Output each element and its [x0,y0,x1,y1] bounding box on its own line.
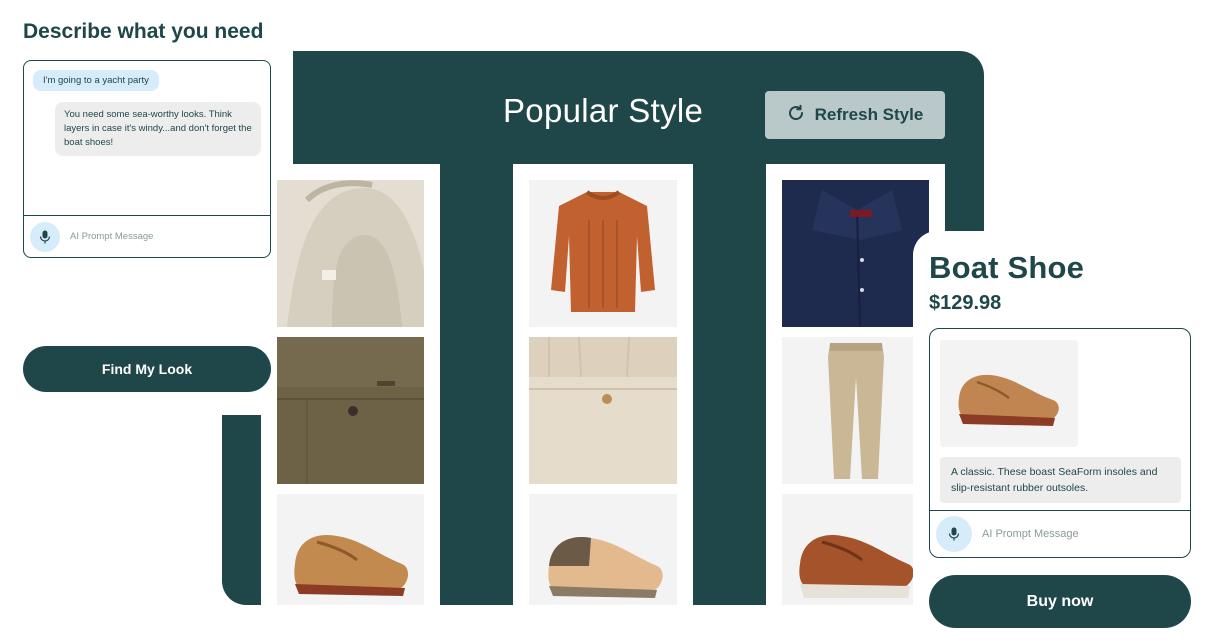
tan-boat-shoe-image [277,494,424,605]
boat-shoe-image [958,374,1059,426]
product-card-navy-shirt[interactable] [782,180,929,327]
stage: Popular Style Refresh Style Describe wha… [0,0,1207,644]
buy-now-button[interactable]: Buy now [929,575,1191,628]
product-prompt-bar[interactable]: AI Prompt Message [930,510,1190,557]
product-name: Boat Shoe [929,250,1085,285]
product-card-khaki-trousers[interactable] [782,337,929,484]
rust-sweater-image [529,180,677,327]
product-prompt-input[interactable]: AI Prompt Message [982,528,1079,540]
product-card-rust-sweater[interactable] [529,180,677,327]
hooded-sweater-image [277,180,424,327]
refresh-style-button[interactable]: Refresh Style [765,91,945,139]
product-description: A classic. These boast SeaForm insoles a… [940,457,1181,503]
panel-title: Popular Style [503,92,704,129]
lug-sole-boat-shoe-image [782,494,929,605]
ai-message: You need some sea-worthy looks. Think la… [55,102,261,156]
refresh-icon [787,104,805,127]
prompt-input[interactable]: AI Prompt Message [70,231,153,242]
product-detail-box: A classic. These boast SeaForm insoles a… [929,328,1191,558]
khaki-trousers-image [782,337,929,484]
product-card-tan-boat-shoe[interactable] [277,494,424,605]
chat-box: I'm going to a yacht party You need some… [23,60,271,258]
refresh-style-label: Refresh Style [814,105,924,124]
product-card-hooded-sweater[interactable] [277,180,424,327]
product-card-two-tone-boat-shoe[interactable] [529,494,677,605]
cream-pants-image [529,337,677,484]
product-price: $129.98 [929,292,1002,314]
product-card-olive-pants[interactable] [277,337,424,484]
user-message: I'm going to a yacht party [33,70,159,91]
two-tone-boat-shoe-image [529,494,677,605]
find-my-look-button[interactable]: Find My Look [23,346,271,392]
product-card-cream-pants[interactable] [529,337,677,484]
product-detail-image [940,340,1078,447]
prompt-bar[interactable]: AI Prompt Message [24,215,270,257]
describe-title: Describe what you need [23,20,264,43]
product-card-lug-sole-boat-shoe[interactable] [782,494,929,605]
navy-shirt-image [782,180,929,327]
microphone-icon[interactable] [30,221,60,252]
microphone-icon[interactable] [936,516,972,552]
olive-pants-image [277,337,424,484]
